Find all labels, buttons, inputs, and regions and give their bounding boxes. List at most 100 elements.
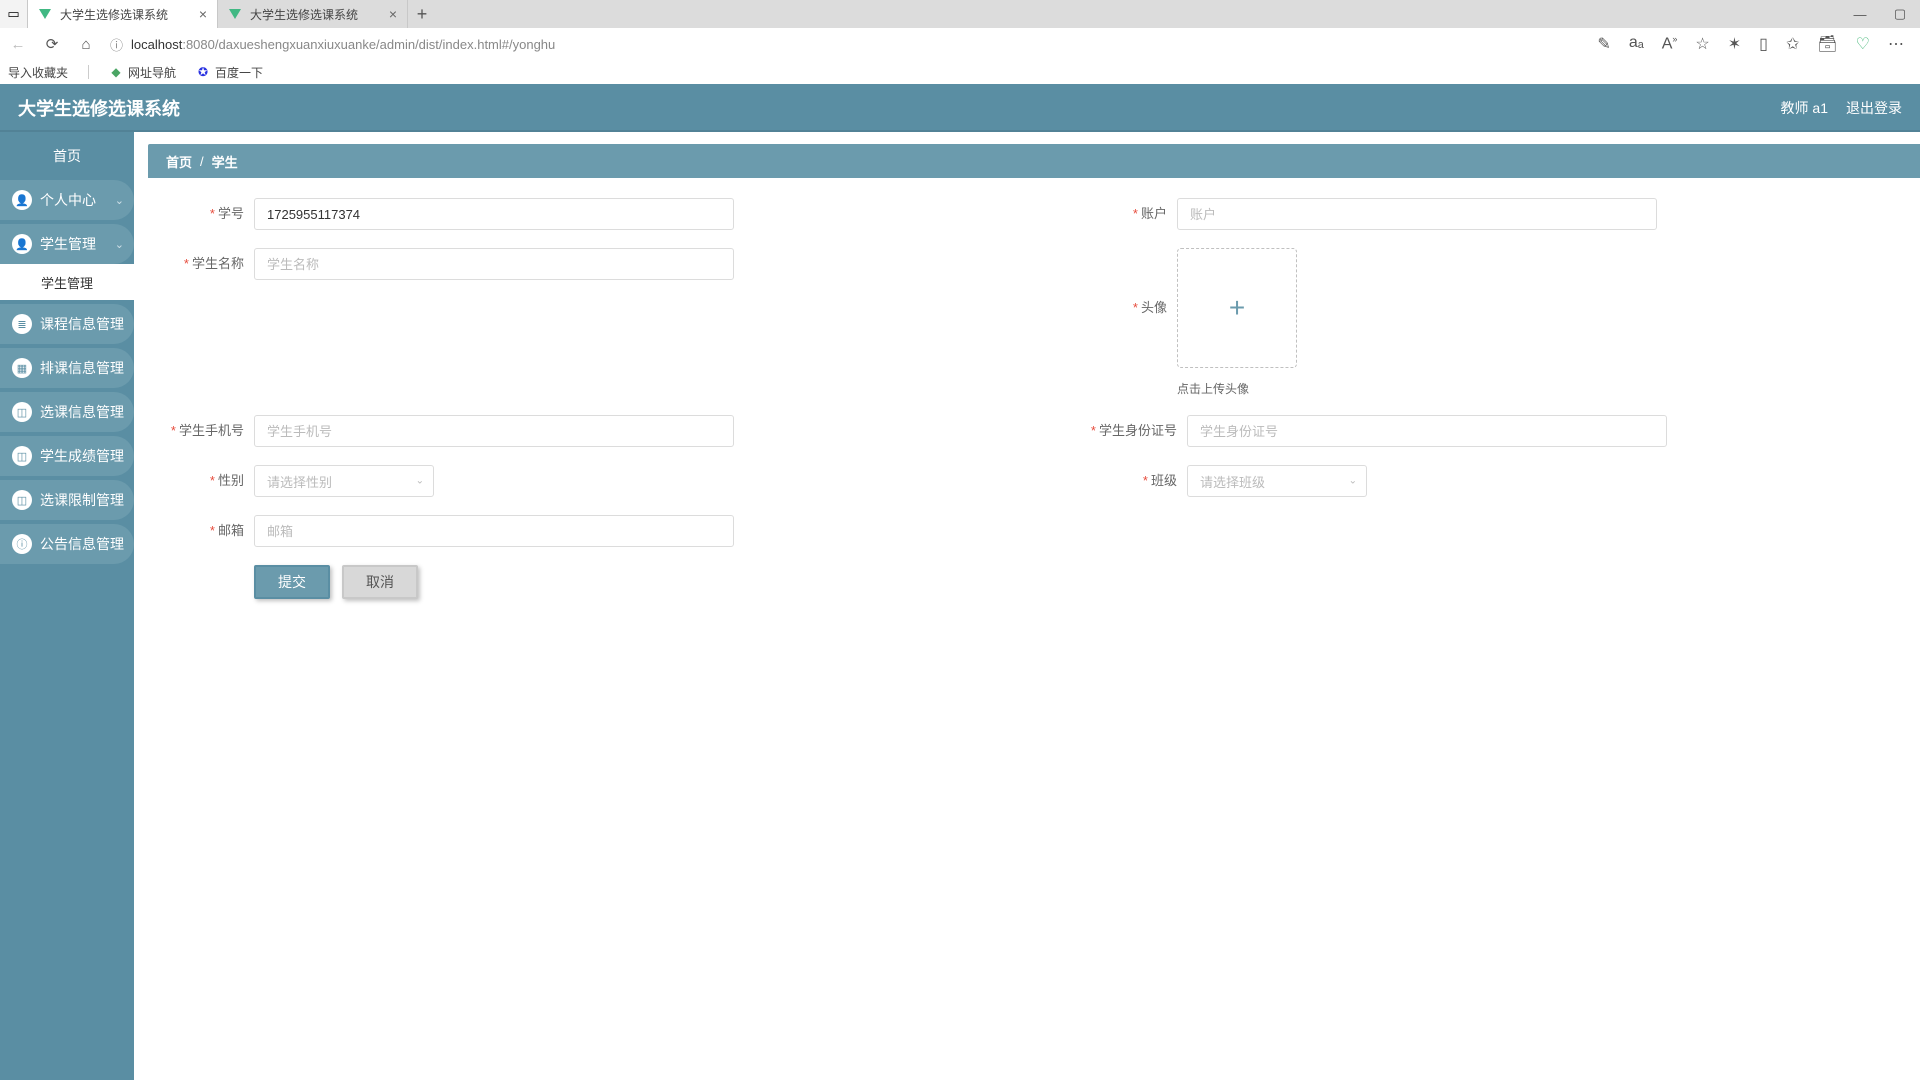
input-account[interactable]	[1177, 198, 1657, 230]
app-guard-icon[interactable]: 🗃	[1817, 34, 1837, 54]
chevron-down-icon: ⌄	[115, 238, 124, 251]
app-title: 大学生选修选课系统	[18, 95, 180, 121]
vue-favicon-icon	[38, 7, 52, 21]
avatar-upload-hint: 点击上传头像	[1177, 380, 1657, 397]
plus-icon: +	[1229, 292, 1245, 324]
browser-chrome: ▭ 大学生选修选课系统 × 大学生选修选课系统 × + — ▢ × ← → ⟳ …	[0, 0, 1920, 84]
sidebar-item-grades[interactable]: ◫ 学生成绩管理 ⌄	[0, 436, 134, 476]
browser-right-icons: ✎ aₐ A» ☆ ✶ ▯ ✩ 🗃 ♡ ⋯	[1597, 34, 1912, 54]
breadcrumb-current: 学生	[212, 152, 238, 171]
sidebar-item-student-mgmt[interactable]: 👤 学生管理 ⌄	[0, 224, 134, 264]
cancel-button[interactable]: 取消	[342, 565, 418, 599]
baidu-icon: ✪	[196, 65, 210, 79]
list-icon: ≣	[12, 314, 32, 334]
chevron-down-icon: ⌄	[115, 362, 124, 375]
user-icon: 👤	[12, 234, 32, 254]
select-gender[interactable]: 请选择性别	[254, 465, 434, 497]
sidebar-item-home[interactable]: 首页	[0, 136, 134, 176]
info-icon: ⓘ	[12, 534, 32, 554]
chevron-down-icon: ⌄	[115, 406, 124, 419]
grid-icon: ▦	[12, 358, 32, 378]
browser-tab-row: ▭ 大学生选修选课系统 × 大学生选修选课系统 × + — ▢ ×	[0, 0, 1920, 28]
breadcrumb: 首页 / 学生	[148, 144, 1920, 178]
bookmarks-bar: 导入收藏夹 ◆ 网址导航 ✪ 百度一下	[0, 60, 1920, 84]
app-body: 首页 👤 个人中心 ⌄ 👤 学生管理 ⌄ 学生管理 ≣ 课程信息管理 ⌄	[0, 132, 1920, 1080]
breadcrumb-root[interactable]: 首页	[166, 152, 192, 171]
refresh-button[interactable]: ⟳	[42, 35, 62, 53]
app-header: 大学生选修选课系统 教师 a1 退出登录	[0, 84, 1920, 132]
app-root: 大学生选修选课系统 教师 a1 退出登录 首页 👤 个人中心 ⌄ 👤 学生管理 …	[0, 84, 1920, 1080]
window-controls: — ▢ ×	[1840, 0, 1920, 28]
label-gender: *性别	[164, 465, 254, 497]
sidebar-item-profile[interactable]: 👤 个人中心 ⌄	[0, 180, 134, 220]
close-tab-icon[interactable]: ×	[389, 7, 397, 21]
favorite-icon[interactable]: ☆	[1695, 34, 1709, 54]
tab-title: 大学生选修选课系统	[60, 6, 191, 23]
chevron-down-icon: ⌄	[115, 494, 124, 507]
app-icon: ◫	[12, 402, 32, 422]
chevron-down-icon: ⌄	[115, 194, 124, 207]
close-tab-icon[interactable]: ×	[199, 7, 207, 21]
label-student-no: *学号	[164, 198, 254, 230]
bookmark-import[interactable]: 导入收藏夹	[8, 64, 68, 81]
collections-icon[interactable]: ▯	[1759, 34, 1768, 54]
maximize-button[interactable]: ▢	[1880, 0, 1920, 28]
browser-tab-0[interactable]: 大学生选修选课系统 ×	[28, 0, 218, 28]
input-idcard[interactable]	[1187, 415, 1667, 447]
chevron-down-icon: ⌄	[115, 538, 124, 551]
sidebar-subitem-student-mgmt[interactable]: 学生管理	[0, 264, 134, 300]
scribble-icon[interactable]: ✎	[1597, 34, 1610, 54]
form-button-row: 提交 取消	[254, 565, 1890, 599]
sidebar: 首页 👤 个人中心 ⌄ 👤 学生管理 ⌄ 学生管理 ≣ 课程信息管理 ⌄	[0, 132, 134, 1080]
breadcrumb-separator: /	[200, 154, 204, 169]
more-icon[interactable]: ⋯	[1888, 34, 1904, 54]
label-phone: *学生手机号	[164, 415, 254, 447]
bookmark-baidu[interactable]: ✪ 百度一下	[196, 64, 263, 81]
globe-icon: ◆	[109, 65, 123, 79]
bookmark-nav[interactable]: ◆ 网址导航	[109, 64, 176, 81]
input-phone[interactable]	[254, 415, 734, 447]
user-icon: 👤	[12, 190, 32, 210]
back-button[interactable]: ←	[8, 36, 28, 53]
sidebar-item-select-info[interactable]: ◫ 选课信息管理 ⌄	[0, 392, 134, 432]
app-icon: ◫	[12, 446, 32, 466]
browser-tab-1[interactable]: 大学生选修选课系统 ×	[218, 0, 408, 28]
submit-button[interactable]: 提交	[254, 565, 330, 599]
main-content: 首页 / 学生 *学号 *账户	[134, 132, 1920, 1080]
sidebar-item-announcement[interactable]: ⓘ 公告信息管理 ⌄	[0, 524, 134, 564]
input-student-no[interactable]	[254, 198, 734, 230]
chevron-down-icon: ⌄	[115, 450, 124, 463]
extensions-icon[interactable]: ✶	[1728, 34, 1741, 54]
browser-address-row: ← → ⟳ ⌂ ⓘ localhost:8080/daxueshengxuanx…	[0, 28, 1920, 60]
home-button[interactable]: ⌂	[76, 36, 96, 53]
address-bar[interactable]: ⓘ localhost:8080/daxueshengxuanxiuxuanke…	[110, 35, 1583, 54]
divider	[88, 65, 89, 79]
sidebar-item-schedule[interactable]: ▦ 排课信息管理 ⌄	[0, 348, 134, 388]
read-aloud-icon[interactable]: aₐ	[1629, 34, 1644, 54]
sidebar-item-course-info[interactable]: ≣ 课程信息管理 ⌄	[0, 304, 134, 344]
url-text: localhost:8080/daxueshengxuanxiuxuanke/a…	[131, 37, 555, 52]
input-email[interactable]	[254, 515, 734, 547]
current-user-label: 教师 a1	[1781, 98, 1828, 118]
avatar-upload[interactable]: +	[1177, 248, 1297, 368]
label-idcard: *学生身份证号	[1087, 415, 1187, 447]
wallet-icon[interactable]: ♡	[1856, 34, 1870, 54]
text-size-icon[interactable]: A»	[1662, 34, 1678, 54]
student-form: *学号 *账户 *学生名称 *头像	[134, 178, 1920, 1080]
tab-title: 大学生选修选课系统	[250, 6, 381, 23]
site-info-icon[interactable]: ⓘ	[110, 35, 123, 54]
minimize-button[interactable]: —	[1840, 0, 1880, 28]
logout-button[interactable]: 退出登录	[1846, 98, 1902, 118]
sidebar-item-restrict[interactable]: ◫ 选课限制管理 ⌄	[0, 480, 134, 520]
favorites-bar-icon[interactable]: ✩	[1786, 34, 1799, 54]
app-icon: ◫	[12, 490, 32, 510]
select-class[interactable]: 请选择班级	[1187, 465, 1367, 497]
input-student-name[interactable]	[254, 248, 734, 280]
label-avatar: *头像	[1087, 248, 1177, 368]
tab-actions-button[interactable]: ▭	[0, 0, 28, 28]
chevron-down-icon: ⌄	[115, 318, 124, 331]
label-student-name: *学生名称	[164, 248, 254, 280]
vue-favicon-icon	[228, 7, 242, 21]
new-tab-button[interactable]: +	[408, 0, 436, 28]
label-email: *邮箱	[164, 515, 254, 547]
